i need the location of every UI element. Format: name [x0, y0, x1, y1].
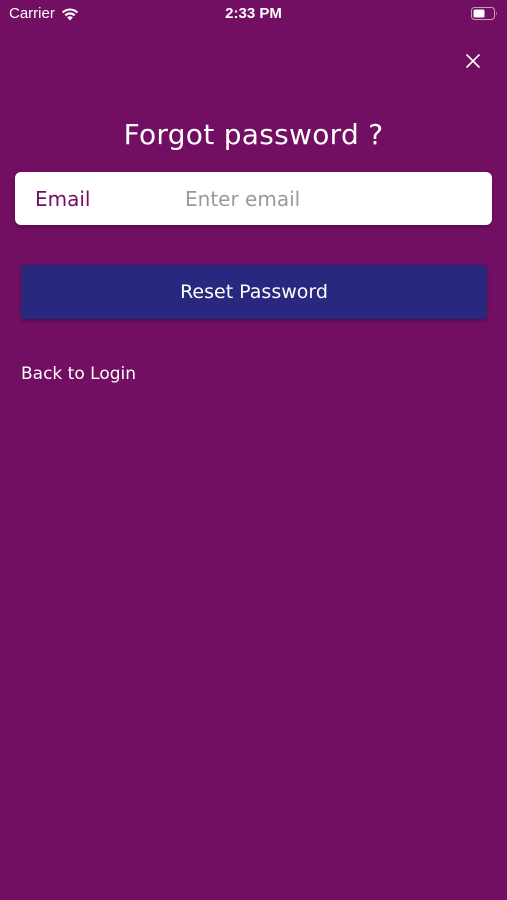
page-title: Forgot password ? [123, 118, 384, 151]
close-button[interactable] [463, 51, 483, 71]
email-row: Email [15, 172, 492, 225]
close-icon [465, 53, 481, 69]
reset-password-button[interactable]: Reset Password [21, 265, 487, 319]
back-to-login-link[interactable]: Back to Login [21, 364, 136, 384]
email-label: Email [35, 187, 91, 211]
battery-icon [471, 7, 497, 20]
status-bar: Carrier 2:33 PM [0, 0, 507, 28]
email-input[interactable] [185, 180, 475, 218]
status-time: 2:33 PM [225, 5, 282, 22]
